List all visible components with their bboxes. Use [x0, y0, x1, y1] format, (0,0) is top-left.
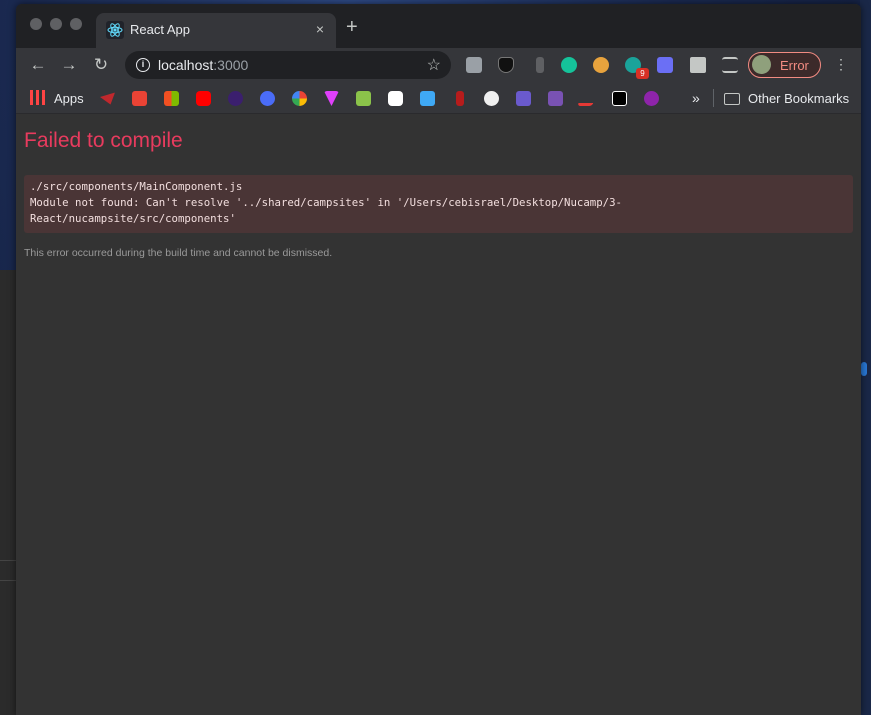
gmail-icon[interactable]: [132, 91, 147, 106]
profile-label: Error: [780, 58, 809, 73]
microsoft-icon[interactable]: [164, 91, 179, 106]
new-tab-button[interactable]: +: [346, 17, 358, 37]
minimize-window-button[interactable]: [50, 18, 62, 30]
owl-extension-icon[interactable]: [593, 57, 609, 73]
codepen-icon[interactable]: [388, 91, 403, 106]
close-window-button[interactable]: [30, 18, 42, 30]
bookmark-star-icon[interactable]: ☆: [427, 55, 441, 75]
bookmarks-bar: Apps » Other Bookmarks: [16, 82, 861, 114]
page-title: Failed to compile: [24, 129, 183, 152]
zoom-window-button[interactable]: [70, 18, 82, 30]
profile-error-button[interactable]: Error: [748, 52, 821, 78]
apps-grid-icon[interactable]: [30, 90, 45, 105]
bookmark-red-icon[interactable]: [100, 92, 115, 105]
bootstrap-icon[interactable]: [548, 91, 563, 106]
reload-button[interactable]: ↻: [90, 54, 112, 76]
title-bar: React App × +: [16, 4, 861, 48]
url-text[interactable]: localhost:3000: [158, 57, 248, 73]
jetbrains-icon[interactable]: [612, 91, 627, 106]
site-info-icon[interactable]: i: [136, 58, 150, 72]
bookmarks-divider: [713, 89, 714, 107]
youtube-icon[interactable]: [196, 91, 211, 106]
w3schools-icon[interactable]: [356, 91, 371, 106]
extension-badge: 9: [636, 68, 649, 79]
bookmark-purple-icon[interactable]: [228, 91, 243, 106]
media-control-icon[interactable]: [722, 57, 738, 73]
google-icon[interactable]: [292, 91, 307, 106]
browser-toolbar: ← → ↻ i localhost:3000 ☆ 9 Error ⋮: [16, 48, 861, 82]
other-bookmarks[interactable]: Other Bookmarks: [748, 91, 849, 106]
menu-dots-icon[interactable]: ⋮: [834, 56, 848, 73]
bookmark-magenta-icon[interactable]: [644, 91, 659, 106]
browser-window: React App × + ← → ↻ i localhost:3000 ☆ 9…: [16, 4, 861, 715]
forward-button[interactable]: →: [58, 54, 80, 76]
grammarly-icon[interactable]: [561, 57, 577, 73]
key-extension-icon[interactable]: [536, 57, 544, 73]
close-tab-icon[interactable]: ×: [316, 21, 324, 37]
error-box: ./src/components/MainComponent.js Module…: [24, 175, 853, 233]
address-bar[interactable]: i localhost:3000 ☆: [125, 51, 451, 79]
avatar: [752, 55, 771, 74]
error-footer: This error occurred during the build tim…: [24, 247, 333, 259]
tab-react-app[interactable]: React App ×: [96, 13, 336, 48]
bookmark-red-figure-icon[interactable]: [456, 91, 464, 106]
camera-extension-icon[interactable]: [466, 57, 482, 73]
error-message: ./src/components/MainComponent.js Module…: [30, 180, 622, 225]
video-extension-icon[interactable]: [657, 57, 673, 73]
puzzle-extensions-icon[interactable]: [690, 57, 706, 73]
react-icon: [106, 21, 124, 39]
bookmark-f-icon[interactable]: [516, 91, 531, 106]
folder-icon: [724, 93, 740, 105]
bookmark-blue-icon[interactable]: [420, 91, 435, 106]
bookmark-v-icon[interactable]: [324, 91, 339, 106]
desktop-indicator: [861, 362, 867, 376]
back-button[interactable]: ←: [27, 54, 49, 76]
shield-extension-icon[interactable]: [498, 57, 514, 73]
bookmark-u-icon[interactable]: [577, 91, 598, 106]
zoom-icon[interactable]: [260, 91, 275, 106]
background-window-edge: [0, 270, 17, 715]
bookmark-apps[interactable]: Apps: [54, 91, 84, 106]
tab-title: React App: [130, 22, 190, 37]
more-bookmarks-icon[interactable]: »: [692, 90, 700, 106]
page-content: Failed to compile ./src/components/MainC…: [16, 115, 861, 715]
github-icon[interactable]: [484, 91, 499, 106]
desktop-edge: [860, 0, 871, 715]
